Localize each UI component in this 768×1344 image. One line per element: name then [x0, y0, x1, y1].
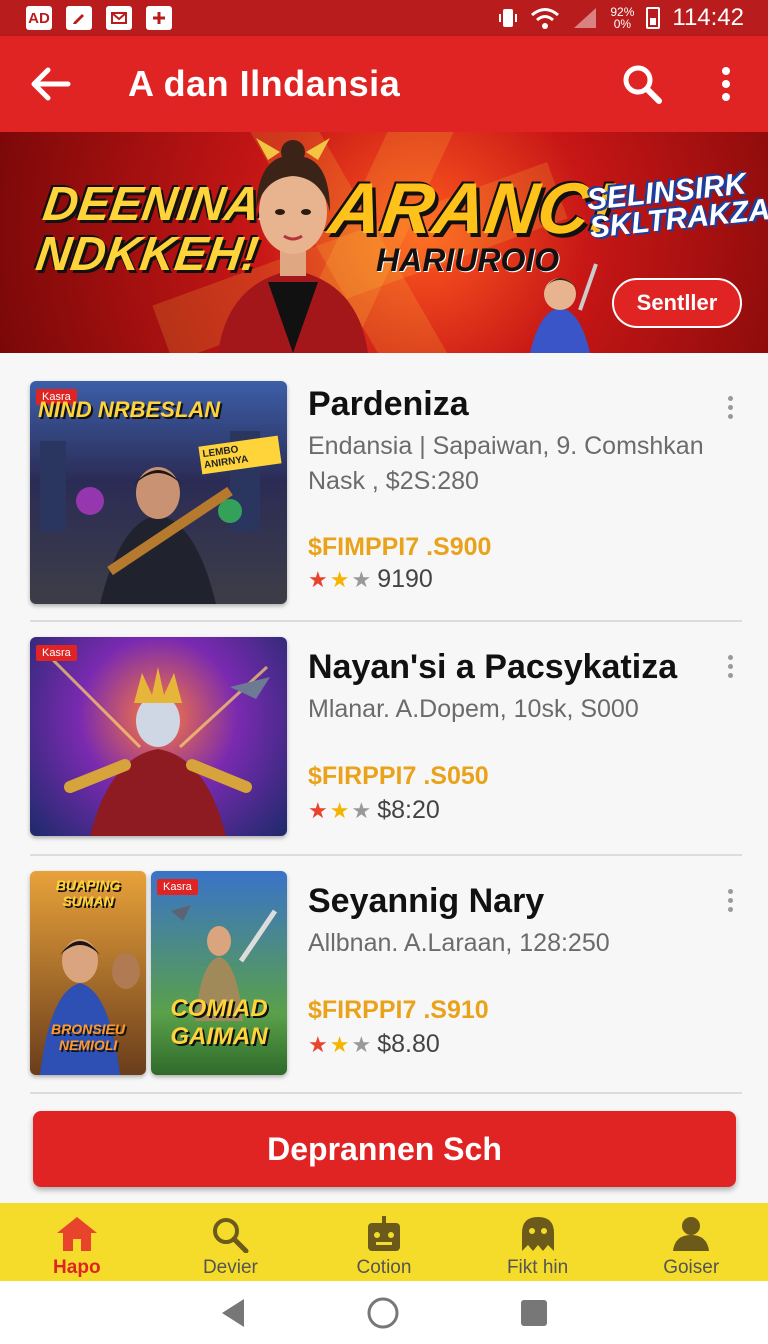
- item-price: $FIRPPI7 .S050: [308, 762, 489, 790]
- item-rating: ★ ★ ★ 9190: [308, 565, 433, 593]
- back-button[interactable]: [0, 36, 100, 132]
- item-title: Nayan'si a Pacsykatiza: [308, 648, 678, 686]
- home-icon: [56, 1217, 97, 1251]
- arrow-left-icon: [31, 67, 71, 101]
- star-icon: ★: [351, 797, 372, 823]
- item-tag: Kasra: [36, 645, 77, 661]
- item-tag: Kasra: [157, 879, 198, 895]
- item-thumbnail-a: BUAPING SUMAN BRONSIEU NEMIOLI: [30, 871, 146, 1075]
- nav-item-collection[interactable]: Cotion: [307, 1203, 461, 1281]
- promo-banner[interactable]: DEENINAN NDKKEH! ARANC! HARIUROIO SELINS…: [0, 132, 768, 353]
- star-icon: ★: [308, 797, 328, 823]
- search-icon: [623, 65, 662, 104]
- item-title: Seyannig Nary: [308, 882, 545, 920]
- thumbnail-title: BUAPING SUMAN: [55, 877, 121, 909]
- person-icon: [673, 1217, 710, 1251]
- list-item[interactable]: BUAPING SUMAN BRONSIEU NEMIOLI Kasra COM…: [30, 856, 742, 1094]
- item-more-button[interactable]: [718, 646, 742, 686]
- plus-notification-icon: [146, 6, 172, 30]
- app-bar: A dan Ilndansia: [0, 36, 768, 132]
- item-thumbnail-b: Kasra COMIAD GAIMAN: [151, 871, 287, 1075]
- item-meta: Endansia | Sapaiwan, 9. Comshkan Nask , …: [308, 432, 704, 495]
- vibrate-icon: [499, 9, 518, 27]
- clock: 114:42: [672, 4, 744, 31]
- item-more-button[interactable]: [718, 387, 742, 427]
- item-meta: Mlanar. A.Dopem, 10sk, S000: [308, 695, 639, 723]
- item-price: $FIMPPI7 .S900: [308, 533, 492, 561]
- item-meta: Allbnan. A.Laraan, 128:250: [308, 929, 610, 957]
- star-icon: ★: [351, 1031, 372, 1057]
- thumbnail-caption: BRONSIEU NEMIOLI: [51, 1021, 125, 1053]
- back-triangle-icon[interactable]: [220, 1297, 246, 1329]
- more-vertical-icon: [722, 67, 730, 101]
- recents-square-icon[interactable]: [520, 1299, 548, 1327]
- nav-item-fight[interactable]: Fikt hin: [461, 1203, 615, 1281]
- status-bar: AD 92% 0% 114:42: [0, 0, 768, 36]
- item-rating: ★ ★ ★ $8:20: [308, 796, 440, 824]
- system-navigation-bar: [0, 1281, 768, 1344]
- banner-action-button[interactable]: Sentller: [612, 278, 742, 328]
- thumbnail-title: NIND NRBESLAN: [38, 397, 221, 422]
- banner-character-illustration: [530, 263, 598, 353]
- item-rating: ★ ★ ★ $8.80: [308, 1030, 440, 1058]
- nav-item-discover[interactable]: Devier: [154, 1203, 308, 1281]
- search-button[interactable]: [600, 36, 684, 132]
- item-title: Pardeniza: [308, 385, 469, 423]
- ghost-icon: [521, 1217, 554, 1251]
- mail-notification-icon: [106, 6, 132, 30]
- wifi-icon: [531, 8, 560, 29]
- list-item[interactable]: Kasra NIND NRBESLAN LEMBO ANIRNYA Parden…: [30, 353, 742, 622]
- page-title: A dan Ilndansia: [128, 63, 401, 104]
- bottom-navigation: Hapo Devier Cotion Fikt hin Goiser: [0, 1203, 768, 1281]
- battery-icon: [646, 7, 661, 29]
- battery-percent: 92% 0%: [610, 5, 635, 31]
- search-icon: [213, 1218, 249, 1253]
- pencil-notification-icon: [66, 6, 92, 30]
- star-icon: ★: [329, 566, 350, 592]
- banner-headline-main: ARANC!: [324, 169, 620, 249]
- star-icon: ★: [351, 566, 372, 592]
- banner-logo: SELINSIRK SKLTRAKZAN: [585, 167, 768, 245]
- primary-action-button[interactable]: Deprannen Sch: [33, 1111, 736, 1187]
- signal-icon: [574, 8, 597, 28]
- ad-notification-icon: AD: [26, 6, 52, 30]
- item-price: $FIRPPI7 .S910: [308, 996, 489, 1024]
- nav-item-profile[interactable]: Goiser: [614, 1203, 768, 1281]
- star-icon: ★: [308, 566, 328, 592]
- item-thumbnail: Kasra NIND NRBESLAN LEMBO ANIRNYA: [30, 381, 287, 604]
- star-icon: ★: [308, 1031, 328, 1057]
- home-circle-icon[interactable]: [366, 1296, 400, 1330]
- list-item[interactable]: Kasra Nayan'si a Pacsykatiza Mlanar. A.D…: [30, 622, 742, 856]
- item-more-button[interactable]: [718, 880, 742, 920]
- thumbnail-title: COMIAD GAIMAN: [170, 995, 268, 1050]
- star-icon: ★: [329, 1031, 350, 1057]
- overflow-menu-button[interactable]: [684, 36, 768, 132]
- star-icon: ★: [329, 797, 350, 823]
- nav-item-home[interactable]: Hapo: [0, 1203, 154, 1281]
- item-thumbnail: Kasra: [30, 637, 287, 836]
- robot-icon: [367, 1216, 400, 1251]
